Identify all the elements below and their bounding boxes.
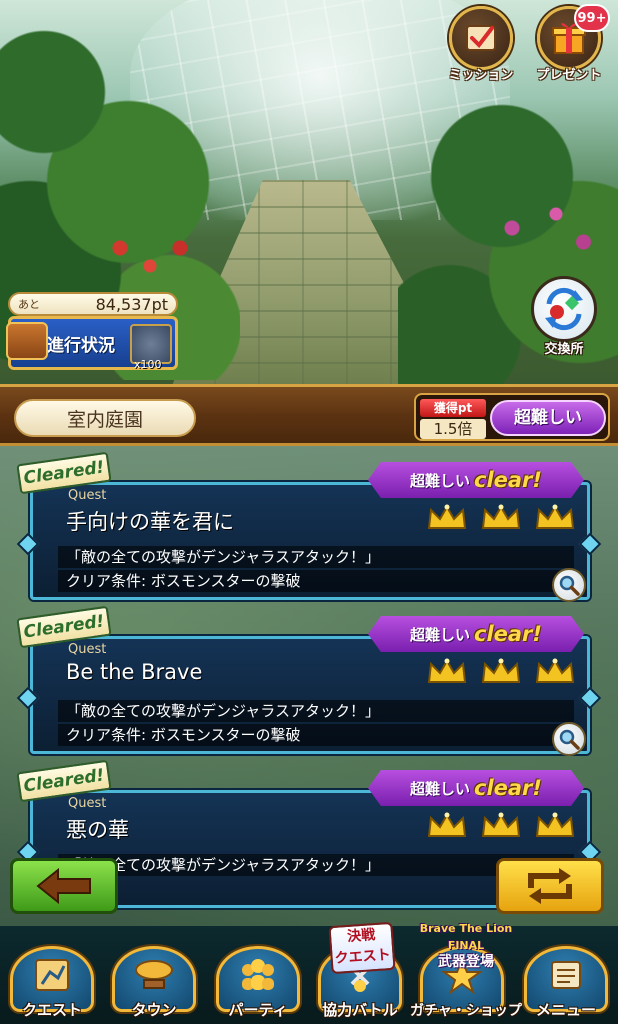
clear-text: clear! xyxy=(474,622,542,646)
progress-panel[interactable]: あと 84,537pt 進行状況 x100 xyxy=(6,292,180,378)
area-header: 室内庭園 獲得pt 1.5倍 超難しい xyxy=(0,384,618,446)
quest-title: Be the Brave xyxy=(66,660,203,684)
sort-toggle-button[interactable] xyxy=(496,858,604,914)
crown-icon xyxy=(427,504,467,529)
swap-arrows-icon xyxy=(528,868,572,904)
back-button[interactable] xyxy=(10,858,118,914)
event-tag-line2: クエスト xyxy=(334,947,392,967)
exchange-label: 交換所 xyxy=(544,342,584,357)
quest-clear-condition: クリア条件: ボスモンスターの撃破 xyxy=(58,724,574,746)
remaining-points: あと 84,537pt xyxy=(8,292,178,316)
pt-multiplier: 1.5倍 xyxy=(420,419,486,439)
quest-label: Quest xyxy=(68,642,107,657)
quest-map-icon xyxy=(35,959,69,991)
nav-gacha-shop-label: ガチャ・ショップ xyxy=(410,1003,522,1019)
nav-town-label: タウン xyxy=(131,1001,177,1019)
area-name: 室内庭園 xyxy=(14,399,196,437)
crown-rating xyxy=(426,658,576,688)
quest-description: 「敵の全ての攻撃がデンジャラスアタック！」 xyxy=(58,546,574,568)
quest-description: 「敵の全ての攻撃がデンジャラスアタック！」 xyxy=(58,700,574,722)
quest-item[interactable]: Cleared! 超難しい clear! Quest Be the Brave … xyxy=(16,605,602,756)
nav-town[interactable]: タウン xyxy=(102,932,206,1024)
party-icon xyxy=(242,959,274,990)
gacha-event-tag[interactable]: Brave The Lion FINAL 武器登場 xyxy=(418,920,514,974)
difficulty-panel[interactable]: 獲得pt 1.5倍 超難しい xyxy=(414,393,610,441)
progress-status-label: 進行状況 xyxy=(47,335,115,356)
quest-label: Quest xyxy=(68,488,107,503)
crown-icon xyxy=(481,658,521,683)
clear-difficulty: 超難しい xyxy=(409,471,470,490)
garden-banner: ミッション プレゼント 99+ 交換所 あと 84,537pt 進行状況 x10… xyxy=(0,0,618,384)
menu-scroll-icon xyxy=(551,961,581,989)
quest-item[interactable]: Cleared! 超難しい clear! Quest 手向けの華を君に 「敵の全… xyxy=(16,451,602,602)
present-count-badge: 99+ xyxy=(574,4,610,32)
nav-menu[interactable]: メニュー xyxy=(514,932,618,1024)
exchange-button[interactable]: 交換所 xyxy=(524,276,604,357)
remaining-points-value: 84,537pt xyxy=(95,294,168,314)
crown-icon xyxy=(427,812,467,837)
crown-rating xyxy=(426,812,576,842)
gacha-tag-line3: 武器登場 xyxy=(438,954,494,970)
crown-icon xyxy=(427,658,467,683)
crown-rating xyxy=(426,504,576,534)
crown-icon xyxy=(535,812,575,837)
difficulty-clear-tag: 超難しい clear! xyxy=(368,616,584,652)
nav-party-label: パーティ xyxy=(228,1001,288,1019)
reward-count: x100 xyxy=(134,358,162,371)
difficulty-button[interactable]: 超難しい xyxy=(490,400,606,436)
quest-title: 悪の華 xyxy=(66,818,129,842)
nav-quest-label: クエスト xyxy=(21,1001,82,1019)
present-label: プレゼント xyxy=(536,68,602,83)
magnifier-icon[interactable] xyxy=(552,568,586,602)
crown-icon xyxy=(481,812,521,837)
quest-title: 手向けの華を君に xyxy=(66,510,234,534)
pink-flowers xyxy=(490,200,600,270)
mission-board-icon xyxy=(449,6,513,70)
clear-difficulty: 超難しい xyxy=(409,779,470,798)
crown-icon xyxy=(481,504,521,529)
earned-pt-label: 獲得pt xyxy=(420,399,486,417)
crown-icon xyxy=(535,658,575,683)
nav-menu-label: メニュー xyxy=(535,1001,596,1019)
mission-label: ミッション xyxy=(448,68,514,83)
treasure-chest-icon xyxy=(6,322,48,360)
red-flowers xyxy=(100,230,200,290)
present-button[interactable]: プレゼント 99+ xyxy=(528,4,610,88)
airship-icon xyxy=(135,960,173,989)
gacha-tag-line2: FINAL xyxy=(447,939,485,952)
clear-text: clear! xyxy=(474,468,542,492)
remaining-label: あと xyxy=(18,298,40,311)
clear-difficulty: 超難しい xyxy=(409,625,470,644)
difficulty-clear-tag: 超難しい clear! xyxy=(368,462,584,498)
mission-button[interactable]: ミッション xyxy=(440,6,522,88)
clear-text: clear! xyxy=(474,776,542,800)
decisive-battle-quest-tag[interactable]: 決戦 クエスト xyxy=(328,921,396,975)
crown-icon xyxy=(535,504,575,529)
exchange-arrows-icon xyxy=(531,276,597,342)
difficulty-clear-tag: 超難しい clear! xyxy=(368,770,584,806)
quest-label: Quest xyxy=(68,796,107,811)
back-arrow-icon xyxy=(36,868,91,904)
magnifier-icon[interactable] xyxy=(552,722,586,756)
quest-clear-condition: クリア条件: ボスモンスターの撃破 xyxy=(58,570,574,592)
nav-party[interactable]: パーティ xyxy=(206,932,310,1024)
nav-coop-battle-label: 協力バトル xyxy=(322,1001,398,1019)
bottom-nav: クエスト タウン パーティ 協力バトル ガチャ・ショップ メニュー xyxy=(0,926,618,1024)
quest-list[interactable]: Cleared! 超難しい clear! Quest 手向けの華を君に 「敵の全… xyxy=(0,446,618,926)
nav-quest[interactable]: クエスト xyxy=(0,932,104,1024)
gacha-tag-line1: Brave The Lion xyxy=(419,922,513,935)
